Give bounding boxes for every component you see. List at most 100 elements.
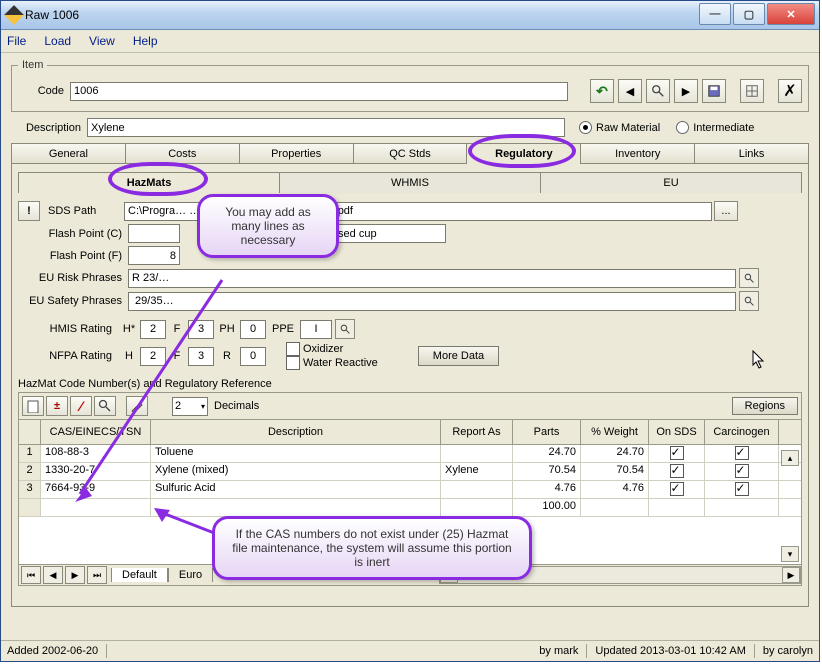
tab-inventory[interactable]: Inventory — [580, 143, 695, 164]
hmis-ph-label: PH — [214, 323, 240, 335]
cancel-row-button[interactable]: ⁄ — [70, 396, 92, 416]
close-button[interactable]: ✕ — [767, 3, 815, 25]
tab-costs[interactable]: Costs — [125, 143, 240, 164]
decimals-spinner[interactable]: 2▾ — [172, 397, 208, 416]
tab-links[interactable]: Links — [694, 143, 809, 164]
hmis-ph-input[interactable] — [240, 320, 266, 339]
nfpa-f-input[interactable] — [188, 347, 214, 366]
sub-tabs: HazMats WHMIS EU — [18, 172, 802, 193]
raw-material-radio[interactable]: Raw Material — [579, 121, 660, 134]
sheet-tab-default[interactable]: Default — [111, 568, 168, 582]
delete-row-button[interactable]: ± — [46, 396, 68, 416]
nfpa-h-input[interactable] — [140, 347, 166, 366]
item-group: Item Code ↶ ◀ ▶ ✗ — [11, 59, 809, 112]
content-area: Item Code ↶ ◀ ▶ ✗ Description — [1, 53, 819, 649]
first-sheet-button[interactable]: ⏮ — [21, 566, 41, 584]
water-reactive-check[interactable]: Water Reactive — [286, 356, 378, 370]
description-input[interactable] — [87, 118, 565, 137]
subtab-hazmats[interactable]: HazMats — [18, 172, 280, 193]
eu-safety-label: EU Safety Phrases — [18, 295, 128, 307]
tab-regulatory[interactable]: Regulatory — [466, 143, 581, 164]
eu-risk-input[interactable] — [128, 269, 736, 288]
regions-button[interactable]: Regions — [732, 397, 798, 415]
new-row-button[interactable] — [22, 396, 44, 416]
hmis-f-input[interactable] — [188, 320, 214, 339]
grid-scroll-down[interactable]: ▾ — [781, 546, 799, 562]
nfpa-label: NFPA Rating — [18, 350, 118, 362]
col-carcinogen[interactable]: Carcinogen — [705, 420, 779, 444]
hmis-h-input[interactable] — [140, 320, 166, 339]
search-button[interactable] — [646, 79, 670, 103]
hscroll-right[interactable]: ▶ — [782, 567, 800, 583]
undo-button[interactable]: ↶ — [590, 79, 614, 103]
search-grid-button[interactable] — [94, 396, 116, 416]
minimize-button[interactable]: — — [699, 3, 731, 25]
eu-safety-input[interactable] — [128, 292, 736, 311]
menubar: File Load View Help — [1, 30, 819, 53]
tab-qcstds[interactable]: QC Stds — [353, 143, 468, 164]
flashpoint-c-input[interactable] — [128, 224, 180, 243]
status-by2: by carolyn — [763, 645, 813, 657]
ppe-lookup-button[interactable] — [335, 319, 355, 339]
col-description[interactable]: Description — [151, 420, 441, 444]
code-label: Code — [18, 85, 70, 97]
eu-risk-lookup-button[interactable] — [739, 268, 759, 288]
hazmat-toolbar: ± ⁄ 2▾ Decimals Regions — [18, 392, 802, 420]
table-row[interactable]: 21330-20-7Xylene (mixed)Xylene70.5470.54 — [19, 463, 801, 481]
maximize-button[interactable]: ▢ — [733, 3, 765, 25]
cursor-icon — [752, 350, 766, 370]
decimals-label: Decimals — [214, 400, 259, 412]
warn-button[interactable]: ! — [18, 201, 40, 221]
col-reportas[interactable]: Report As — [441, 420, 513, 444]
sds-path-label: SDS Path — [48, 205, 124, 217]
edit-row-button[interactable] — [126, 396, 148, 416]
grid-button[interactable] — [740, 79, 764, 103]
nfpa-r-label: R — [214, 350, 240, 362]
code-input[interactable] — [70, 82, 568, 101]
callout-inert: If the CAS numbers do not exist under (2… — [212, 516, 532, 580]
callout-lines: You may add as many lines as necessary — [197, 194, 339, 258]
last-sheet-button[interactable]: ⏭ — [87, 566, 107, 584]
oxidizer-check[interactable]: Oxidizer — [286, 342, 378, 356]
intermediate-radio[interactable]: Intermediate — [676, 121, 754, 134]
eu-risk-label: EU Risk Phrases — [18, 272, 128, 284]
nfpa-r-input[interactable] — [240, 347, 266, 366]
eu-safety-lookup-button[interactable] — [739, 291, 759, 311]
menu-load[interactable]: Load — [44, 34, 71, 48]
ppe-input[interactable] — [300, 320, 332, 339]
grid-scroll-up[interactable]: ▴ — [781, 450, 799, 466]
menu-view[interactable]: View — [89, 34, 115, 48]
tab-general[interactable]: General — [11, 143, 126, 164]
col-cas[interactable]: CAS/EINECS/TSN — [41, 420, 151, 444]
ppe-label: PPE — [266, 323, 300, 335]
sds-browse-button[interactable]: ... — [714, 201, 738, 221]
subtab-whmis[interactable]: WHMIS — [279, 172, 541, 193]
delete-button[interactable]: ✗ — [778, 79, 802, 103]
col-parts[interactable]: Parts — [513, 420, 581, 444]
hmis-label: HMIS Rating — [18, 323, 118, 335]
tab-properties[interactable]: Properties — [239, 143, 354, 164]
more-data-button[interactable]: More Data — [418, 346, 499, 366]
titlebar[interactable]: Raw 1006 — ▢ ✕ — [1, 1, 819, 30]
pencil-icon — [4, 5, 24, 25]
app-window: Raw 1006 — ▢ ✕ File Load View Help Item … — [0, 0, 820, 662]
prev-sheet-button[interactable]: ◀ — [43, 566, 63, 584]
flashpoint-f-input[interactable] — [128, 246, 180, 265]
nfpa-h-label: H — [118, 350, 140, 362]
hazmat-grid-title: HazMat Code Number(s) and Regulatory Ref… — [18, 378, 802, 390]
next-sheet-button[interactable]: ▶ — [65, 566, 85, 584]
item-legend: Item — [18, 59, 47, 71]
prev-record-button[interactable]: ◀ — [618, 79, 642, 103]
menu-file[interactable]: File — [7, 34, 26, 48]
table-total-row: 100.00 — [19, 499, 801, 517]
sheet-tab-euro[interactable]: Euro — [168, 568, 213, 582]
menu-help[interactable]: Help — [133, 34, 158, 48]
col-weight[interactable]: % Weight — [581, 420, 649, 444]
next-record-button[interactable]: ▶ — [674, 79, 698, 103]
col-onsds[interactable]: On SDS — [649, 420, 705, 444]
table-row[interactable]: 37664-93-9Sulfuric Acid4.764.76 — [19, 481, 801, 499]
table-row[interactable]: 1108-88-3Toluene24.7024.70 — [19, 445, 801, 463]
window-title: Raw 1006 — [25, 8, 79, 22]
subtab-eu[interactable]: EU — [540, 172, 802, 193]
save-button[interactable] — [702, 79, 726, 103]
